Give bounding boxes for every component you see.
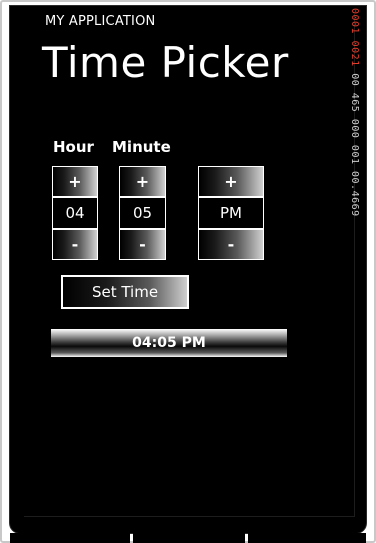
minute-spinner: + 05 - xyxy=(119,166,166,260)
hour-increment-button[interactable]: + xyxy=(53,167,97,196)
ampm-increment-button[interactable]: + xyxy=(199,167,263,196)
ampm-value: PM xyxy=(199,196,263,230)
selected-time-display: 04:05 PM xyxy=(51,329,287,357)
bottom-bar-middle xyxy=(133,533,245,543)
frame-rate-counter: 0001 0021 00 465 000 001 00.4669 xyxy=(346,6,362,266)
bottom-bar-right xyxy=(248,533,366,543)
page-title: Time Picker xyxy=(42,38,289,87)
hour-spinner: + 04 - xyxy=(52,166,98,260)
minute-value: 05 xyxy=(120,196,165,230)
app-title: MY APPLICATION xyxy=(45,14,156,29)
set-time-button[interactable]: Set Time xyxy=(61,275,189,309)
ampm-spinner: + PM - xyxy=(198,166,264,260)
window-frame: 0001 0021 00 465 000 001 00.4669 MY APPL… xyxy=(0,0,376,543)
frame-rate-counter-white: 00 465 000 001 00.4669 xyxy=(349,66,360,217)
hour-label: Hour xyxy=(53,138,94,156)
page-content xyxy=(24,14,355,517)
minute-decrement-button[interactable]: - xyxy=(120,230,165,259)
ampm-decrement-button[interactable]: - xyxy=(199,230,263,259)
hour-decrement-button[interactable]: - xyxy=(53,230,97,259)
bottom-bar-left xyxy=(10,533,130,543)
hour-value: 04 xyxy=(53,196,97,230)
frame-rate-counter-red: 0001 0021 xyxy=(349,8,360,67)
minute-increment-button[interactable]: + xyxy=(120,167,165,196)
minute-label: Minute xyxy=(112,138,171,156)
